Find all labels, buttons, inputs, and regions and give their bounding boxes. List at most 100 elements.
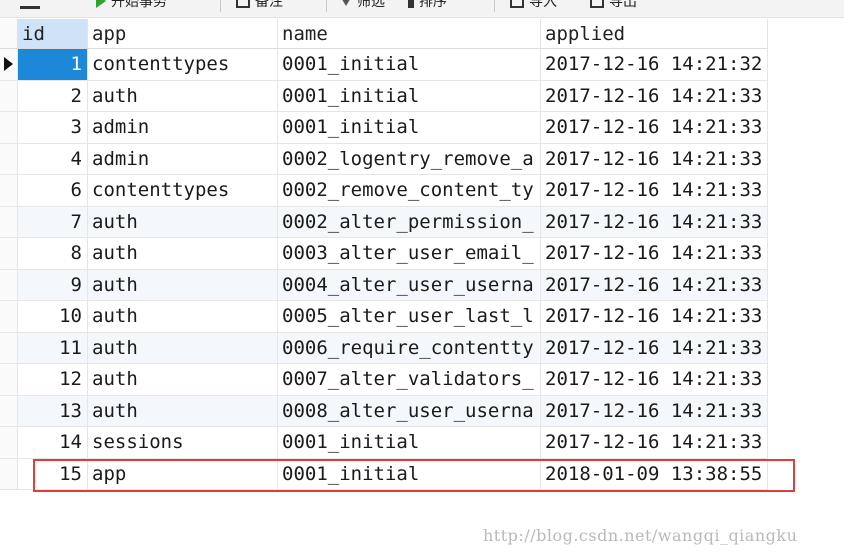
export-button[interactable]: 导出 [590, 0, 637, 11]
cell-applied[interactable]: 2017-12-16 14:21:33 [541, 112, 768, 144]
row-marker[interactable] [0, 301, 18, 333]
cell-app[interactable]: contenttypes [88, 49, 278, 81]
table-row[interactable]: 6 contenttypes 0002_remove_content_ty 2017-… [0, 175, 768, 207]
row-marker[interactable] [0, 364, 18, 396]
toolbar: 开始事务 备注 筛选 排序 导入 导出 [0, 0, 844, 18]
cell-id[interactable]: 10 [18, 301, 88, 333]
note-button[interactable]: 备注 [236, 0, 283, 11]
row-marker[interactable] [0, 143, 18, 175]
cell-id[interactable]: 8 [18, 238, 88, 270]
cell-app[interactable]: admin [88, 143, 278, 175]
cell-app[interactable]: auth [88, 332, 278, 364]
cell-app[interactable]: auth [88, 395, 278, 427]
cell-applied[interactable]: 2017-12-16 14:21:33 [541, 395, 768, 427]
cell-app[interactable]: auth [88, 364, 278, 396]
cell-name[interactable]: 0001_initial [278, 427, 541, 459]
row-marker[interactable] [0, 112, 18, 144]
cell-id[interactable]: 13 [18, 395, 88, 427]
cell-app[interactable]: contenttypes [88, 175, 278, 207]
grid-header: id app name applied [0, 19, 768, 49]
cell-applied[interactable]: 2017-12-16 14:21:33 [541, 332, 768, 364]
cell-name[interactable]: 0005_alter_user_last_l [278, 301, 541, 333]
cell-name[interactable]: 0002_remove_content_ty [278, 175, 541, 207]
export-icon [590, 0, 604, 8]
cell-name[interactable]: 0003_alter_user_email_ [278, 238, 541, 270]
cell-name[interactable]: 0004_alter_user_userna [278, 269, 541, 301]
row-marker[interactable] [0, 175, 18, 207]
cell-applied[interactable]: 2017-12-16 14:21:33 [541, 175, 768, 207]
cell-id[interactable]: 1 [18, 49, 88, 81]
cell-id[interactable]: 11 [18, 332, 88, 364]
table-row[interactable]: 2 auth 0001_initial 2017-12-16 14:21:33 [0, 80, 768, 112]
table-row[interactable]: 12 auth 0007_alter_validators_ 2017-12-16 1… [0, 364, 768, 396]
row-marker[interactable] [0, 427, 18, 459]
column-header-name[interactable]: name [278, 19, 541, 49]
table-row[interactable]: 4 admin 0002_logentry_remove_a 2017-12-16 1… [0, 143, 768, 175]
cell-app[interactable]: auth [88, 301, 278, 333]
import-button[interactable]: 导入 [510, 0, 557, 11]
cell-name[interactable]: 0001_initial [278, 112, 541, 144]
cell-id[interactable]: 14 [18, 427, 88, 459]
row-marker[interactable] [0, 80, 18, 112]
cell-name[interactable]: 0007_alter_validators_ [278, 364, 541, 396]
table-row[interactable]: 11 auth 0006_require_contentty 2017-12-16 1… [0, 332, 768, 364]
cell-id[interactable]: 3 [18, 112, 88, 144]
table-row[interactable]: 14 sessions 0001_initial 2017-12-16 14:21:3… [0, 427, 768, 459]
column-header-applied[interactable]: applied [541, 19, 768, 49]
table-row[interactable]: 1 contenttypes 0001_initial 2017-12-16 14:2… [0, 49, 768, 81]
table-row[interactable]: 7 auth 0002_alter_permission_ 2017-12-16 14… [0, 206, 768, 238]
filter-icon [340, 0, 352, 6]
filter-button[interactable]: 筛选 [340, 0, 385, 11]
table-row[interactable]: 9 auth 0004_alter_user_userna 2017-12-16 14… [0, 269, 768, 301]
cell-id[interactable]: 12 [18, 364, 88, 396]
cell-name[interactable]: 0002_logentry_remove_a [278, 143, 541, 175]
cell-name[interactable]: 0002_alter_permission_ [278, 206, 541, 238]
column-header-id[interactable]: id [18, 19, 88, 49]
begin-transaction-button[interactable]: 开始事务 [96, 0, 167, 11]
row-marker-header [0, 19, 18, 49]
note-label: 备注 [255, 0, 283, 10]
cell-id[interactable]: 9 [18, 269, 88, 301]
cell-id[interactable]: 6 [18, 175, 88, 207]
cell-applied[interactable]: 2017-12-16 14:21:33 [541, 269, 768, 301]
menu-icon[interactable] [20, 0, 40, 9]
cell-applied[interactable]: 2017-12-16 14:21:33 [541, 301, 768, 333]
cell-name[interactable]: 0001_initial [278, 49, 541, 81]
row-marker[interactable] [0, 269, 18, 301]
cell-applied[interactable]: 2017-12-16 14:21:32 [541, 49, 768, 81]
column-header-app[interactable]: app [88, 19, 278, 49]
table-row[interactable]: 13 auth 0008_alter_user_userna 2017-12-16 1… [0, 395, 768, 427]
cell-name[interactable]: 0001_initial [278, 80, 541, 112]
cell-applied[interactable]: 2017-12-16 14:21:33 [541, 143, 768, 175]
row-marker[interactable] [0, 238, 18, 270]
filter-label: 筛选 [357, 0, 385, 10]
table-row[interactable]: 10 auth 0005_alter_user_last_l 2017-12-16 1… [0, 301, 768, 333]
table-row[interactable]: 3 admin 0001_initial 2017-12-16 14:21:33 [0, 112, 768, 144]
cell-applied[interactable]: 2017-12-16 14:21:33 [541, 238, 768, 270]
cell-app[interactable]: auth [88, 206, 278, 238]
cell-applied[interactable]: 2017-12-16 14:21:33 [541, 206, 768, 238]
cell-name[interactable]: 0008_alter_user_userna [278, 395, 541, 427]
cell-app[interactable]: auth [88, 238, 278, 270]
table-row[interactable]: 8 auth 0003_alter_user_email_ 2017-12-16 14… [0, 238, 768, 270]
cell-id[interactable]: 4 [18, 143, 88, 175]
import-label: 导入 [529, 0, 557, 10]
cell-id[interactable]: 7 [18, 206, 88, 238]
cell-app[interactable]: admin [88, 112, 278, 144]
data-grid: id app name applied 1 contenttypes 0001_in… [0, 19, 844, 494]
cell-applied[interactable]: 2017-12-16 14:21:33 [541, 427, 768, 459]
cell-app[interactable]: auth [88, 80, 278, 112]
row-marker[interactable] [0, 332, 18, 364]
cell-app[interactable]: auth [88, 269, 278, 301]
cell-applied[interactable]: 2017-12-16 14:21:33 [541, 80, 768, 112]
cell-id[interactable]: 2 [18, 80, 88, 112]
row-marker[interactable] [0, 49, 18, 81]
sort-button[interactable]: 排序 [408, 0, 447, 11]
row-marker[interactable] [0, 395, 18, 427]
sort-label: 排序 [419, 0, 447, 10]
cell-applied[interactable]: 2017-12-16 14:21:33 [541, 364, 768, 396]
row-marker[interactable] [0, 206, 18, 238]
row-marker[interactable] [0, 458, 18, 490]
cell-name[interactable]: 0006_require_contentty [278, 332, 541, 364]
cell-app[interactable]: sessions [88, 427, 278, 459]
